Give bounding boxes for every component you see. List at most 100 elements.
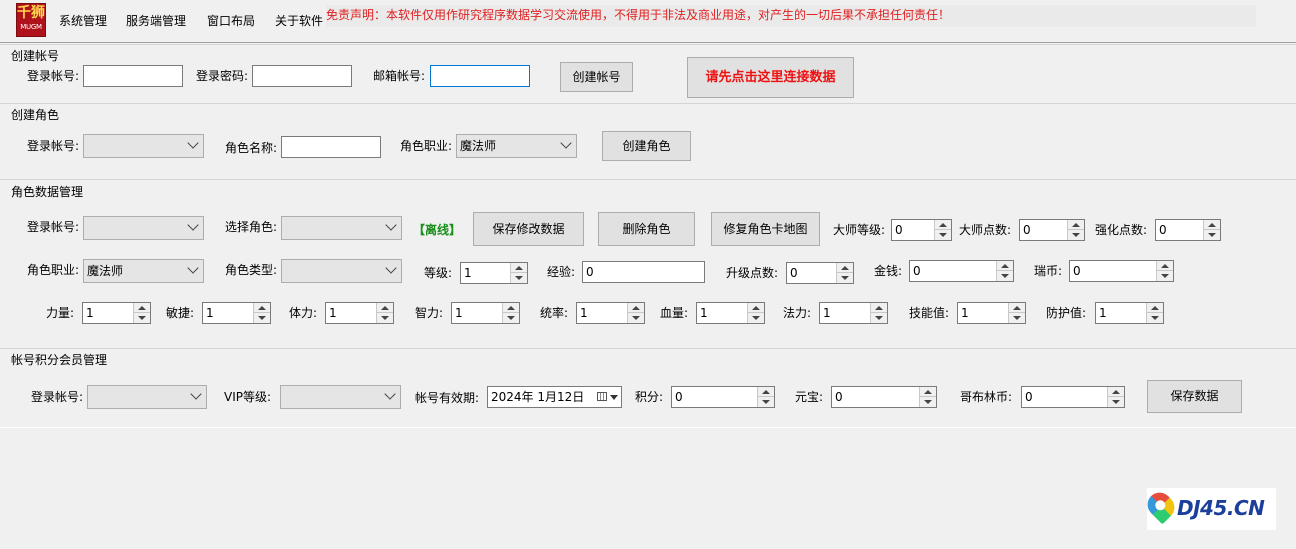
role-data-title: 角色数据管理 [11, 185, 84, 199]
rd-upgrade-points-label: 升级点数: [726, 266, 779, 280]
rd-mp-stepper[interactable]: 1 [819, 302, 888, 324]
chevron-down-icon [560, 137, 572, 149]
rd-stat-label: 法力: [783, 306, 812, 320]
menu-server[interactable]: 服务端管理 [126, 12, 186, 29]
rd-defense-stepper[interactable]: 1 [1095, 302, 1164, 324]
vip-expiry-value: 2024年 1月12日 [491, 390, 585, 404]
rd-agility-value: 1 [206, 306, 214, 320]
rd-exp-input[interactable] [582, 261, 705, 283]
delete-role-button[interactable]: 删除角色 [598, 212, 695, 246]
rd-master-points-stepper[interactable]: 0 [1019, 219, 1085, 241]
arrow-down-icon [841, 276, 849, 280]
rd-ruby-stepper[interactable]: 0 [1069, 260, 1174, 282]
rd-strength-value: 1 [86, 306, 94, 320]
rd-job-select[interactable]: 魔法师 [83, 259, 204, 283]
menu-system[interactable]: 系统管理 [59, 12, 107, 29]
map-pin-icon [1142, 487, 1180, 525]
arrow-down-icon [515, 276, 523, 280]
rd-exp-label: 经验: [547, 265, 576, 279]
rd-skill-stepper[interactable]: 1 [957, 302, 1026, 324]
vip-goblin-label: 哥布林币: [960, 390, 1013, 404]
rd-level-stepper[interactable]: 1 [460, 262, 528, 284]
arrow-up-icon [752, 306, 760, 310]
rd-upgrade-points-stepper[interactable]: 0 [786, 262, 854, 284]
vip-expiry-picker[interactable]: 2024年 1月12日 [487, 386, 622, 408]
create-role-button[interactable]: 创建角色 [602, 131, 691, 161]
arrow-up-icon [1151, 306, 1159, 310]
vip-goblin-stepper[interactable]: 0 [1021, 386, 1125, 408]
rd-master-level-value: 0 [895, 223, 903, 237]
rd-stamina-stepper[interactable]: 1 [325, 302, 394, 324]
vip-level-select[interactable] [280, 385, 401, 409]
rd-enhance-points-label: 强化点数: [1095, 223, 1148, 237]
arrow-down-icon [1151, 316, 1159, 320]
arrow-up-icon [1112, 390, 1120, 394]
save-data-button[interactable]: 保存数据 [1147, 380, 1242, 413]
arrow-down-icon [939, 233, 947, 237]
rd-stamina-value: 1 [329, 306, 337, 320]
rd-stat-label: 统率: [540, 306, 569, 320]
menu-about[interactable]: 关于软件 [275, 12, 323, 29]
arrow-up-icon [1072, 223, 1080, 227]
cr-role-name-input[interactable] [281, 136, 381, 158]
rd-master-level-stepper[interactable]: 0 [891, 219, 952, 241]
arrow-down-icon [924, 400, 932, 404]
vip-login-select[interactable] [87, 385, 207, 409]
vip-yuanbao-stepper[interactable]: 0 [831, 386, 937, 408]
rd-defense-value: 1 [1099, 306, 1107, 320]
arrow-down-icon [138, 316, 146, 320]
arrow-up-icon [762, 390, 770, 394]
chevron-down-icon [384, 388, 396, 400]
rd-hp-stepper[interactable]: 1 [696, 302, 765, 324]
arrow-up-icon [924, 390, 932, 394]
arrow-down-icon [632, 316, 640, 320]
save-changes-button[interactable]: 保存修改数据 [473, 212, 584, 246]
rd-skill-value: 1 [961, 306, 969, 320]
rd-login-select[interactable] [83, 216, 204, 240]
cr-job-label: 角色职业: [400, 139, 453, 153]
arrow-up-icon [515, 266, 523, 270]
arrow-down-icon [762, 400, 770, 404]
app-logo: 千狮 MUGM [16, 3, 46, 37]
rd-money-label: 金钱: [874, 264, 903, 278]
arrow-up-icon [875, 306, 883, 310]
rd-strength-stepper[interactable]: 1 [82, 302, 151, 324]
logo-subtext: MUGM [20, 23, 42, 31]
arrow-down-icon [752, 316, 760, 320]
menu-window-layout[interactable]: 窗口布局 [207, 12, 255, 29]
rd-enhance-points-value: 0 [1159, 223, 1167, 237]
rd-enhance-points-stepper[interactable]: 0 [1155, 219, 1221, 241]
connect-data-button[interactable]: 请先点击这里连接数据 [687, 57, 854, 98]
rd-stat-label: 血量: [660, 306, 689, 320]
cr-login-label: 登录帐号: [27, 139, 80, 153]
create-account-button[interactable]: 创建帐号 [560, 62, 633, 92]
cr-login-select[interactable] [83, 134, 204, 158]
ca-email-input[interactable] [430, 65, 530, 87]
rd-intelligence-stepper[interactable]: 1 [451, 302, 520, 324]
chevron-down-icon [190, 388, 202, 400]
watermark-text: DJ45.CN [1177, 496, 1265, 520]
rd-role-type-select[interactable] [281, 259, 402, 283]
arrow-up-icon [1013, 306, 1021, 310]
rd-hp-value: 1 [700, 306, 708, 320]
chevron-down-icon [385, 219, 397, 231]
vip-login-label: 登录帐号: [31, 390, 84, 404]
rd-stat-label: 体力: [289, 306, 318, 320]
cr-job-select[interactable]: 魔法师 [456, 134, 577, 158]
arrow-down-icon [1112, 400, 1120, 404]
ca-password-input[interactable] [252, 65, 352, 87]
logo-mark: 千狮 [17, 5, 45, 21]
rd-upgrade-points-value: 0 [790, 266, 798, 280]
rd-select-role-select[interactable] [281, 216, 402, 240]
arrow-down-icon [507, 316, 515, 320]
rd-agility-stepper[interactable]: 1 [202, 302, 271, 324]
arrow-up-icon [258, 306, 266, 310]
fix-role-map-button[interactable]: 修复角色卡地图 [711, 212, 820, 246]
rd-money-stepper[interactable]: 0 [909, 260, 1014, 282]
rd-job-value: 魔法师 [87, 264, 124, 278]
vip-points-stepper[interactable]: 0 [671, 386, 775, 408]
chevron-down-icon [187, 262, 199, 274]
rd-ruby-value: 0 [1073, 264, 1081, 278]
ca-login-input[interactable] [83, 65, 183, 87]
rd-command-stepper[interactable]: 1 [576, 302, 645, 324]
